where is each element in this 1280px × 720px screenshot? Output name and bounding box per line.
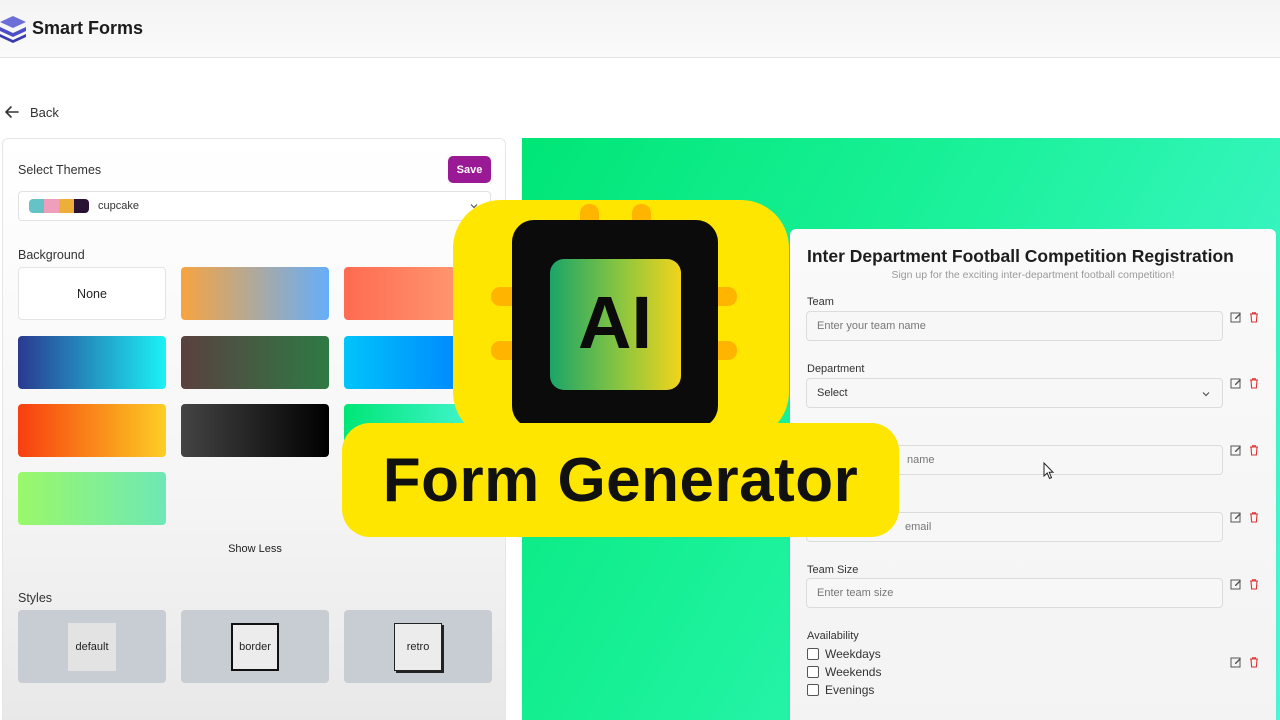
trash-icon[interactable] bbox=[1248, 656, 1260, 668]
ai-chip-icon: AI bbox=[491, 204, 737, 446]
ai-form-generator-badge: AI Form Generator bbox=[342, 200, 899, 537]
background-none-label: None bbox=[77, 286, 107, 301]
department-field-actions bbox=[1230, 377, 1260, 389]
selected-theme-label: cupcake bbox=[98, 200, 139, 212]
style-border-preview: border bbox=[231, 622, 279, 671]
team-field-actions bbox=[1230, 311, 1260, 323]
checkbox[interactable] bbox=[807, 684, 819, 696]
swatch-2 bbox=[44, 199, 59, 213]
background-gradient-red-yellow[interactable] bbox=[18, 404, 166, 457]
edit-icon[interactable] bbox=[1230, 656, 1242, 668]
background-gradient-gray-black[interactable] bbox=[181, 404, 329, 457]
checkbox[interactable] bbox=[807, 666, 819, 678]
swatch-4 bbox=[74, 199, 89, 213]
chevron-down-icon bbox=[1202, 392, 1210, 397]
style-border-option[interactable]: border bbox=[181, 610, 329, 683]
team-size-input[interactable] bbox=[817, 587, 1222, 599]
option-label: Evenings bbox=[825, 683, 875, 697]
app-header: Smart Forms bbox=[0, 0, 1280, 58]
styles-label: Styles bbox=[18, 591, 53, 605]
style-retro-option[interactable]: retro bbox=[344, 610, 492, 683]
swatch-3 bbox=[59, 199, 74, 213]
checkbox[interactable] bbox=[807, 648, 819, 660]
team-size-label: Team Size bbox=[807, 564, 859, 576]
mouse-cursor-icon bbox=[1043, 462, 1055, 480]
email-field-actions bbox=[1230, 511, 1260, 523]
availability-option-weekdays[interactable]: Weekdays bbox=[807, 647, 881, 661]
background-gradient-lime-mint[interactable] bbox=[18, 472, 166, 525]
trash-icon[interactable] bbox=[1248, 511, 1260, 523]
show-less-button[interactable]: Show Less bbox=[3, 543, 505, 555]
edit-icon[interactable] bbox=[1230, 444, 1242, 456]
option-label: Weekdays bbox=[825, 647, 881, 661]
background-gradient-brown-green[interactable] bbox=[181, 336, 329, 389]
background-none[interactable]: None bbox=[18, 267, 166, 320]
background-label: Background bbox=[18, 248, 85, 262]
style-default-preview: default bbox=[68, 622, 116, 671]
edit-icon[interactable] bbox=[1230, 377, 1242, 389]
style-default-option[interactable]: default bbox=[18, 610, 166, 683]
trash-icon[interactable] bbox=[1248, 377, 1260, 389]
back-link[interactable]: Back bbox=[4, 104, 59, 120]
app-title: Smart Forms bbox=[32, 18, 144, 38]
trash-icon[interactable] bbox=[1248, 444, 1260, 456]
theme-swatches bbox=[29, 199, 89, 213]
trash-icon[interactable] bbox=[1248, 578, 1260, 590]
ai-chip-label: AI bbox=[578, 281, 652, 364]
background-gradient-navy-cyan[interactable] bbox=[18, 336, 166, 389]
trash-icon[interactable] bbox=[1248, 311, 1260, 323]
email-input[interactable] bbox=[905, 521, 1222, 533]
save-button[interactable]: Save bbox=[448, 156, 491, 183]
captain-field-actions bbox=[1230, 444, 1260, 456]
team-size-field[interactable] bbox=[806, 578, 1223, 608]
stacked-layers-logo-icon bbox=[0, 15, 26, 43]
edit-icon[interactable] bbox=[1230, 511, 1242, 523]
arrow-left-icon bbox=[5, 106, 19, 118]
availability-field-actions bbox=[1230, 656, 1260, 668]
background-gradient-orange-blue[interactable] bbox=[181, 267, 329, 320]
select-themes-label: Select Themes bbox=[18, 163, 102, 177]
option-label: Weekends bbox=[825, 665, 882, 679]
availability-option-evenings[interactable]: Evenings bbox=[807, 683, 874, 697]
form-generator-caption-box: Form Generator bbox=[342, 423, 899, 537]
availability-label: Availability bbox=[807, 630, 859, 642]
form-generator-caption: Form Generator bbox=[382, 445, 859, 515]
availability-option-weekends[interactable]: Weekends bbox=[807, 665, 881, 679]
edit-icon[interactable] bbox=[1230, 311, 1242, 323]
edit-icon[interactable] bbox=[1230, 578, 1242, 590]
back-label: Back bbox=[30, 104, 59, 120]
team-size-field-actions bbox=[1230, 578, 1260, 590]
captain-name-input[interactable] bbox=[907, 454, 1222, 466]
style-retro-preview: retro bbox=[394, 622, 442, 671]
swatch-1 bbox=[29, 199, 44, 213]
